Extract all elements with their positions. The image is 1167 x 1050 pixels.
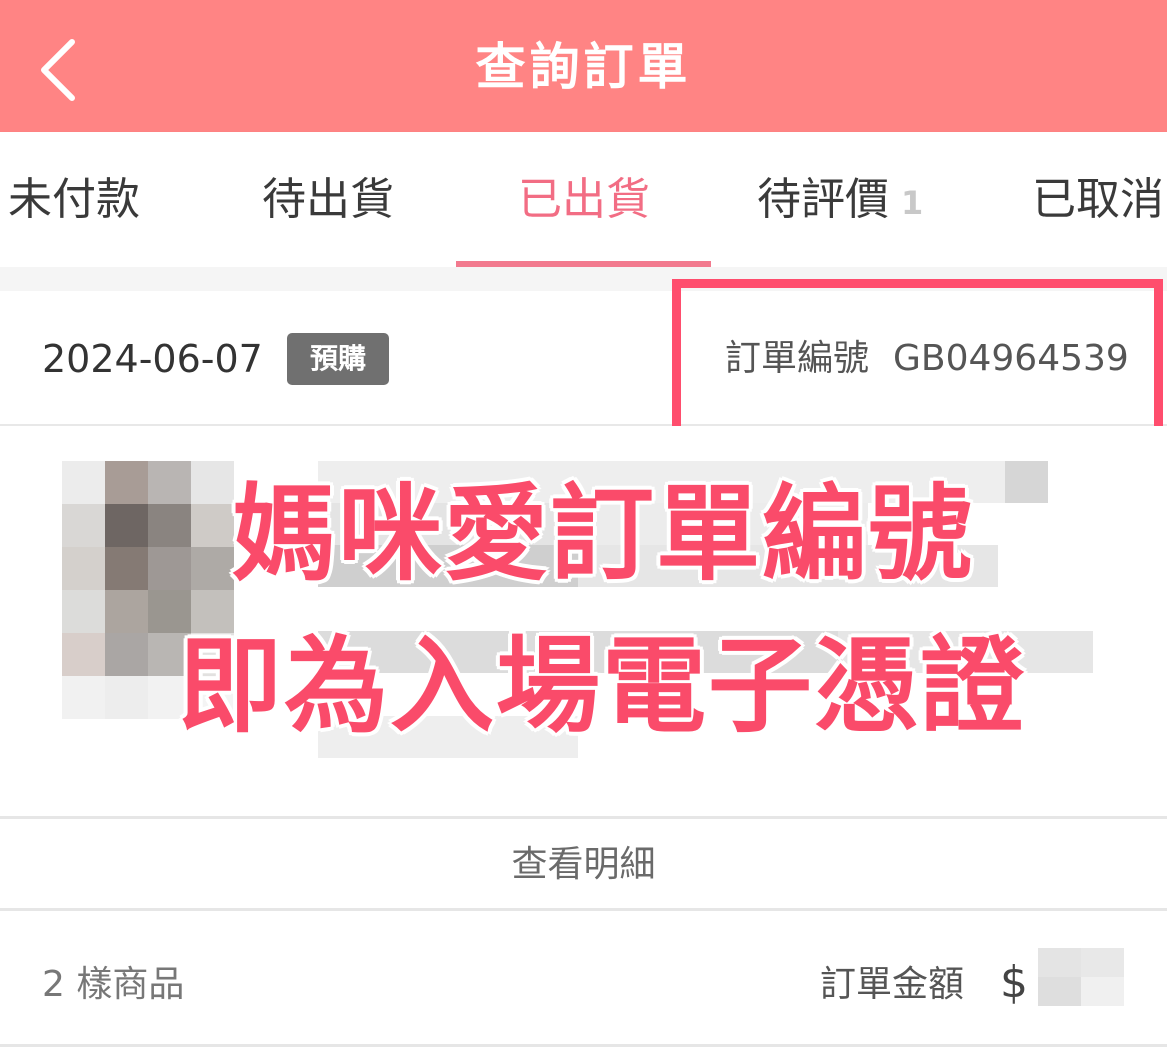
review-count-badge: 1 [901, 184, 924, 222]
tab-cancelled[interactable]: 已取消 [1032, 172, 1164, 228]
tab-unpaid[interactable]: 未付款 [8, 172, 140, 228]
divider [0, 816, 1167, 819]
tab-to-review[interactable]: 待評價 1 [757, 172, 923, 231]
order-number-highlight-box [672, 279, 1163, 441]
currency-symbol: $ [1000, 957, 1028, 1008]
order-status-tabs: 未付款 待出貨 已出貨 待評價 1 已取消 [0, 132, 1167, 267]
tab-shipped[interactable]: 已出貨 [518, 172, 650, 228]
preorder-badge: 預購 [287, 333, 389, 385]
order-date: 2024-06-07 [42, 337, 263, 381]
order-amount-redacted [1038, 948, 1124, 1006]
overlay-caption-line-2: 即為入場電子憑證 [178, 625, 1027, 747]
item-count: 2 樣商品 [42, 964, 185, 1005]
tab-label: 待評價 [757, 174, 889, 225]
tab-to-ship[interactable]: 待出貨 [262, 172, 394, 228]
view-details-link[interactable]: 查看明細 [0, 840, 1167, 890]
order-amount-label: 訂單金額 [820, 964, 965, 1005]
overlay-caption-line-1: 媽咪愛訂單編號 [232, 473, 975, 595]
app-header: 查詢訂單 [0, 0, 1167, 132]
page-title: 查詢訂單 [475, 38, 692, 96]
divider [0, 1044, 1167, 1047]
divider [0, 908, 1167, 911]
